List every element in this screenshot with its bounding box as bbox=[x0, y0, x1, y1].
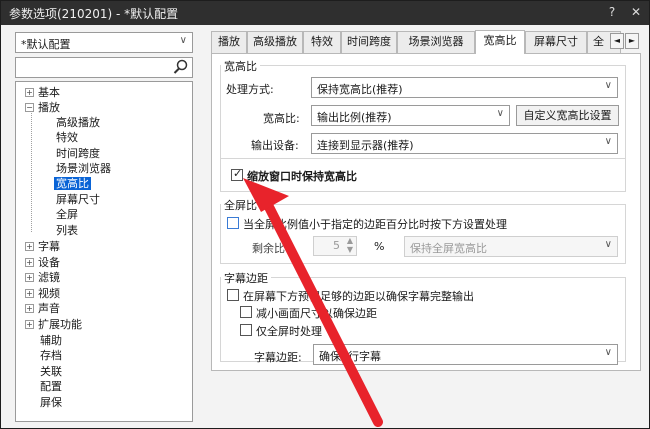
tab-aspect-ratio[interactable]: 宽高比 bbox=[475, 30, 525, 54]
tree-item-audio[interactable]: + 声音 bbox=[25, 301, 60, 316]
tree-item-effects[interactable]: 特效 bbox=[56, 130, 78, 145]
expand-icon[interactable]: + bbox=[25, 242, 34, 251]
method-select[interactable]: 保持宽高比(推荐) ∨ bbox=[311, 77, 618, 98]
ratio-select[interactable]: 输出比例(推荐) ∨ bbox=[311, 105, 510, 126]
expand-icon[interactable]: + bbox=[25, 320, 34, 329]
subtitle-margin-value: 确保2行字幕 bbox=[319, 350, 381, 363]
reserve-margin-checkbox[interactable] bbox=[227, 289, 239, 301]
device-label: 输出设备: bbox=[251, 139, 299, 152]
tab-play[interactable]: 播放 bbox=[211, 31, 247, 53]
tree-item-video[interactable]: + 视频 bbox=[25, 286, 60, 301]
spinner-value: 5 bbox=[333, 239, 340, 252]
spinner-arrows-icon[interactable]: ▲ ▼ bbox=[347, 236, 353, 254]
tab-scroll-right-icon[interactable]: ► bbox=[625, 33, 639, 49]
window-title: 参数选项(210201) - *默认配置 bbox=[9, 7, 179, 21]
help-icon[interactable]: ? bbox=[603, 3, 621, 21]
tree-item-filters[interactable]: + 滤镜 bbox=[25, 270, 60, 285]
tree-item-basic[interactable]: + 基本 bbox=[25, 85, 60, 100]
percent-unit: % bbox=[374, 240, 385, 253]
remain-label: 剩余比 bbox=[252, 242, 285, 255]
tree-item-timespan[interactable]: 时间跨度 bbox=[56, 146, 100, 161]
tab-scene-browser[interactable]: 场景浏览器 bbox=[397, 31, 475, 53]
reserve-margin-label: 在屏幕下方预留足够的边距以确保字幕完整输出 bbox=[243, 290, 474, 303]
tree-item-screensaver[interactable]: 屏保 bbox=[40, 395, 62, 410]
chevron-down-icon: ∨ bbox=[604, 80, 612, 91]
fullscreen-mode-value: 保持全屏宽高比 bbox=[410, 242, 487, 255]
expand-icon[interactable]: + bbox=[25, 304, 34, 313]
fullscreen-group-title: 全屏比 bbox=[221, 197, 260, 213]
collapse-icon[interactable]: − bbox=[25, 103, 34, 112]
tree-item-association[interactable]: 关联 bbox=[40, 364, 62, 379]
tree-item-screen-size[interactable]: 屏幕尺寸 bbox=[56, 192, 100, 207]
search-input[interactable] bbox=[15, 57, 193, 78]
divider bbox=[220, 158, 626, 159]
subtitle-group-title: 字幕边距 bbox=[221, 270, 271, 286]
device-select-value: 连接到显示器(推荐) bbox=[317, 139, 414, 152]
fullscreen-only-label: 仅全屏时处理 bbox=[256, 325, 322, 338]
tab-screen-size[interactable]: 屏幕尺寸 bbox=[525, 31, 587, 53]
title-bar[interactable]: 参数选项(210201) - *默认配置 ? ✕ bbox=[1, 1, 649, 25]
aspect-ratio-panel: 宽高比 处理方式: 保持宽高比(推荐) ∨ 宽高比: 输出比例(推荐) ∨ 自定… bbox=[211, 53, 641, 371]
tree-guide-line bbox=[31, 106, 32, 232]
subtitle-margin-label: 字幕边距: bbox=[254, 351, 302, 364]
profile-select[interactable]: *默认配置 ∨ bbox=[15, 32, 193, 53]
profile-select-value: *默认配置 bbox=[21, 38, 71, 51]
fullscreen-only-checkbox[interactable] bbox=[240, 324, 252, 336]
method-select-value: 保持宽高比(推荐) bbox=[317, 83, 403, 96]
keep-ratio-checkbox[interactable]: ✓ bbox=[231, 167, 243, 181]
subtitle-margin-select[interactable]: 确保2行字幕 ∨ bbox=[313, 344, 618, 365]
check-icon: ✓ bbox=[233, 167, 243, 180]
chevron-down-icon: ∨ bbox=[179, 35, 187, 46]
close-icon[interactable]: ✕ bbox=[627, 3, 645, 21]
margin-percent-spinner[interactable]: 5 ▲ ▼ bbox=[313, 236, 357, 256]
tree-item-devices[interactable]: + 设备 bbox=[25, 255, 60, 270]
tree-item-aspect-ratio[interactable]: 宽高比 bbox=[54, 176, 91, 191]
chevron-down-icon: ∨ bbox=[604, 136, 612, 147]
settings-tree[interactable]: + 基本 − 播放 高级播放 特效 时间跨度 场景浏览器 宽高比 屏幕尺寸 全屏 列… bbox=[15, 81, 193, 422]
chevron-down-icon: ∨ bbox=[496, 108, 504, 119]
tree-item-scene-browser[interactable]: 场景浏览器 bbox=[56, 161, 111, 176]
tree-item-fullscreen[interactable]: 全屏 bbox=[56, 207, 78, 222]
tab-scroll-left-icon[interactable]: ◄ bbox=[610, 33, 624, 49]
ratio-label: 宽高比: bbox=[263, 112, 300, 125]
expand-icon[interactable]: + bbox=[25, 289, 34, 298]
tree-item-subtitles[interactable]: + 字幕 bbox=[25, 239, 60, 254]
expand-icon[interactable]: + bbox=[25, 273, 34, 282]
preferences-window: 参数选项(210201) - *默认配置 ? ✕ *默认配置 ∨ + 基本 − 播放… bbox=[0, 0, 650, 429]
tab-effects[interactable]: 特效 bbox=[303, 31, 341, 53]
tab-advanced-play[interactable]: 高级播放 bbox=[247, 31, 303, 53]
expand-icon[interactable]: + bbox=[25, 88, 34, 97]
keep-ratio-label: 缩放窗口时保持宽高比 bbox=[247, 170, 357, 183]
chevron-down-icon: ∨ bbox=[604, 347, 612, 358]
chevron-down-icon: ∨ bbox=[604, 239, 612, 250]
aspect-ratio-group-title: 宽高比 bbox=[221, 58, 260, 74]
reduce-size-checkbox[interactable] bbox=[240, 306, 252, 318]
tree-item-extensions[interactable]: + 扩展功能 bbox=[25, 317, 82, 332]
tab-timespan[interactable]: 时间跨度 bbox=[341, 31, 397, 53]
tree-item-advanced-play[interactable]: 高级播放 bbox=[56, 115, 100, 130]
ratio-select-value: 输出比例(推荐) bbox=[317, 111, 392, 124]
tree-item-archive[interactable]: 存档 bbox=[40, 348, 62, 363]
fullscreen-mode-select[interactable]: 保持全屏宽高比 ∨ bbox=[404, 236, 618, 257]
custom-ratio-button[interactable]: 自定义宽高比设置 bbox=[516, 105, 619, 126]
tree-item-config[interactable]: 配置 bbox=[40, 379, 62, 394]
expand-icon[interactable]: + bbox=[25, 258, 34, 267]
device-select[interactable]: 连接到显示器(推荐) ∨ bbox=[311, 133, 618, 154]
method-label: 处理方式: bbox=[226, 83, 274, 96]
fullscreen-ratio-label: 当全屏比例值小于指定的边距百分比时按下方设置处理 bbox=[243, 218, 507, 231]
fullscreen-ratio-checkbox[interactable] bbox=[227, 217, 239, 229]
tree-item-play[interactable]: − 播放 bbox=[25, 100, 60, 115]
tree-item-list[interactable]: 列表 bbox=[56, 223, 78, 238]
reduce-size-label: 减小画面尺寸以确保边距 bbox=[256, 307, 377, 320]
search-icon[interactable] bbox=[173, 59, 189, 75]
tree-item-assist[interactable]: 辅助 bbox=[40, 333, 62, 348]
